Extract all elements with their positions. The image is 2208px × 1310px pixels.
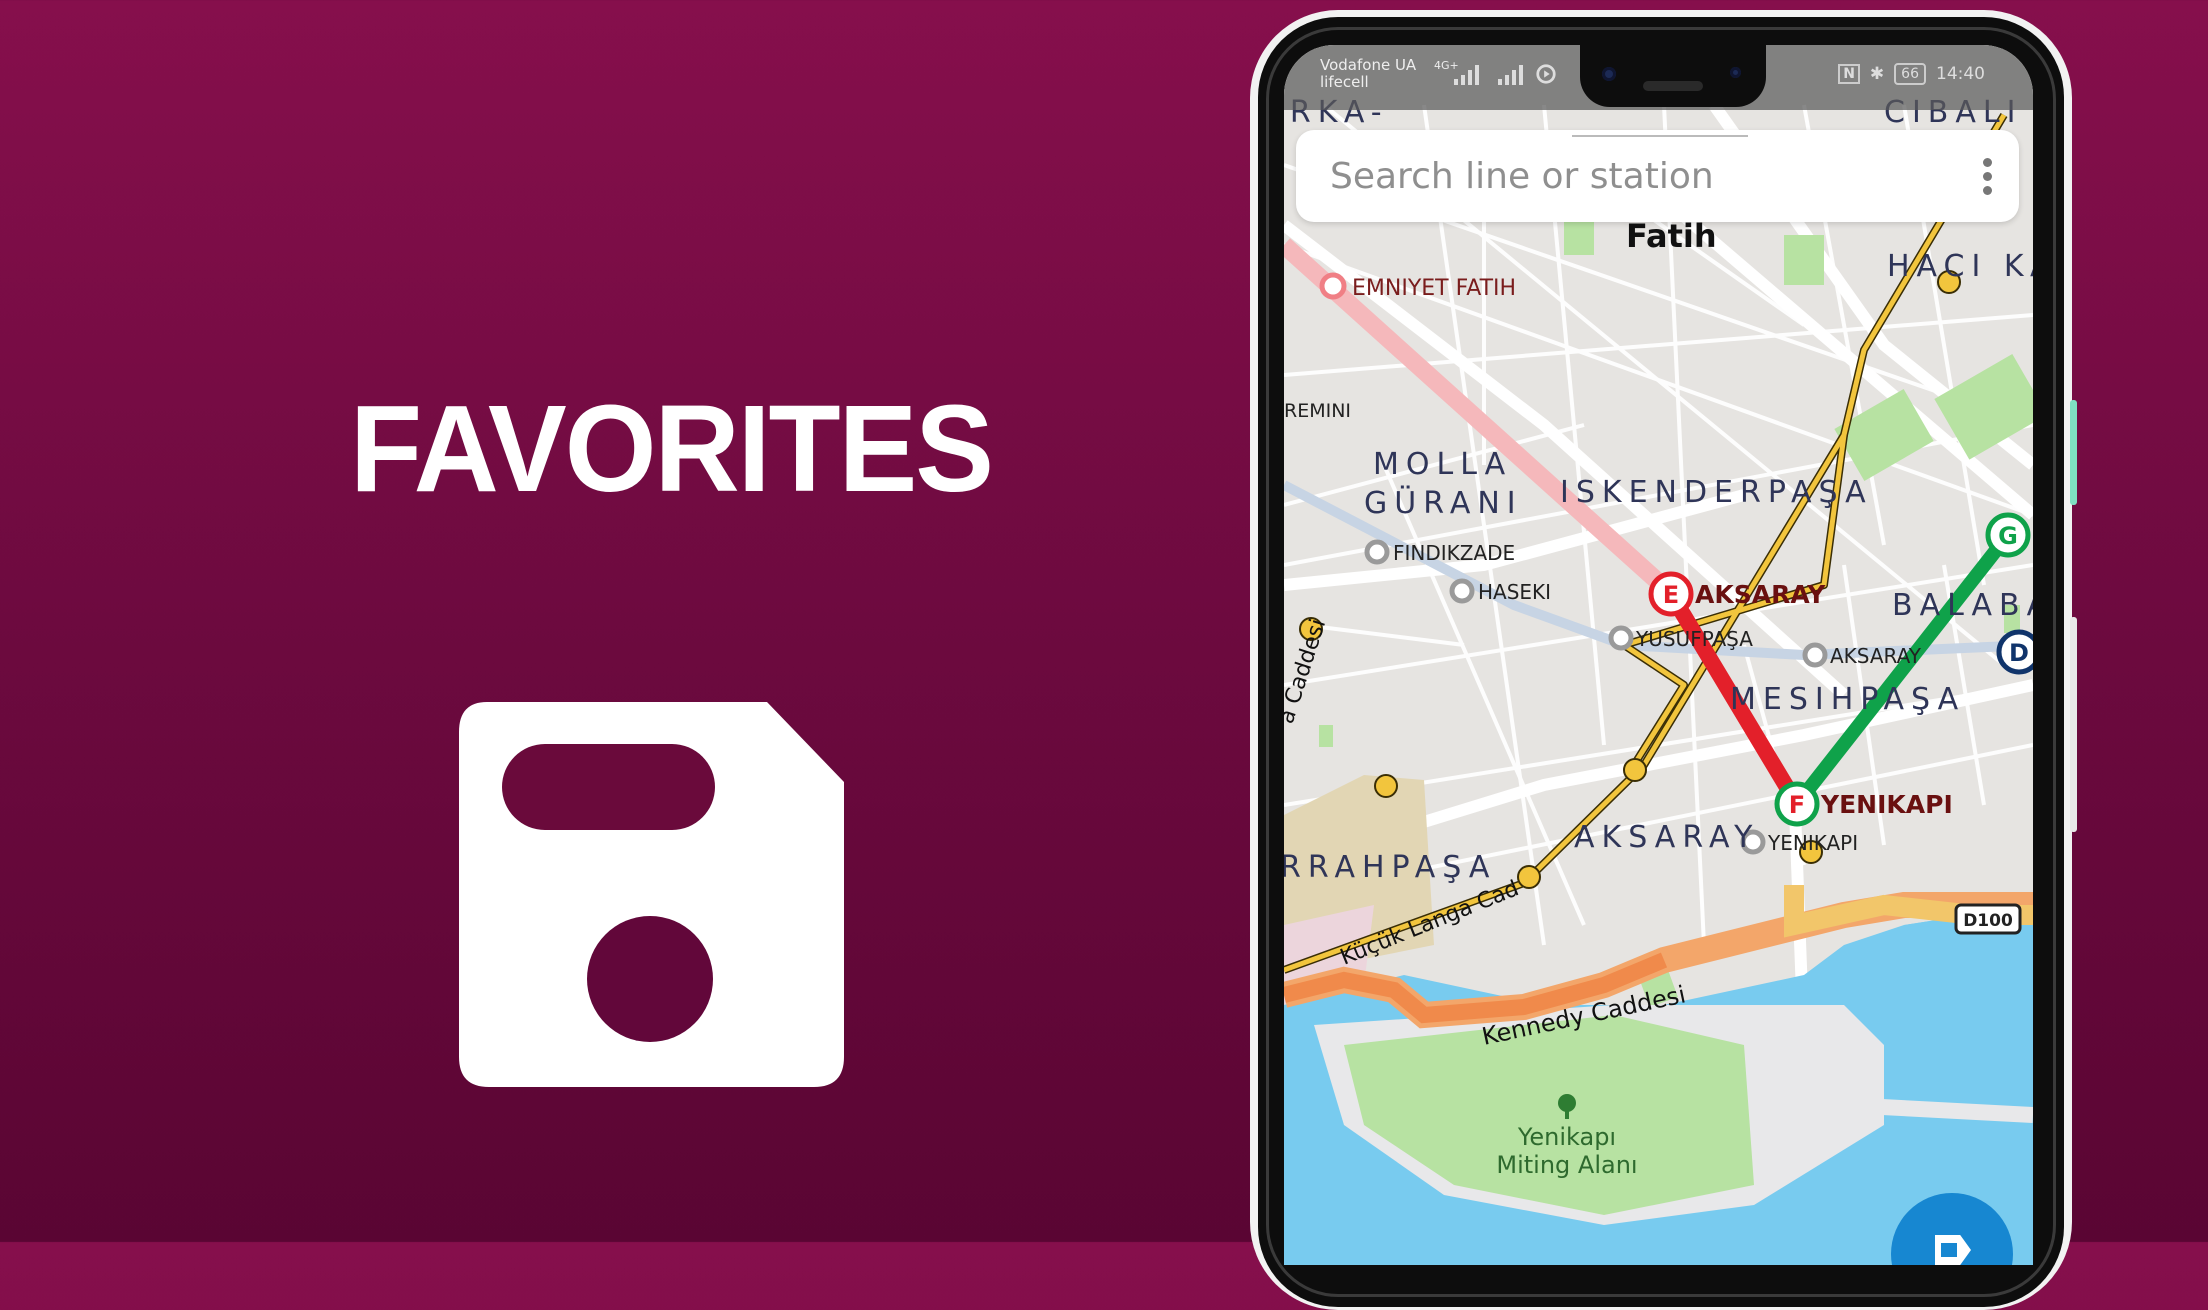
directions-icon xyxy=(1935,1235,1971,1265)
station-badge-f-yenikapi[interactable]: F xyxy=(1774,781,1820,827)
station-labels: EMNIYET FATIH xyxy=(1352,276,1516,301)
district-label: ISKENDERPAŞA xyxy=(1560,475,1873,510)
camera-notch xyxy=(1580,45,1766,107)
district-label: GÜRANI xyxy=(1364,485,1523,521)
sensor xyxy=(1730,67,1741,78)
highway-shield-d100: D100 xyxy=(1954,903,2022,935)
phone-side-button-power xyxy=(2070,400,2077,505)
signal-icon xyxy=(1454,65,1479,85)
station-label-aksaray: AKSARAY xyxy=(1695,580,1826,609)
station-label-yenikapi: YENIKAPI xyxy=(1820,790,1953,819)
station-marker-haseki[interactable] xyxy=(1449,578,1475,604)
station-label-aksaray-minor: AKSARAY xyxy=(1830,644,1922,668)
badge-letter-e: E xyxy=(1663,581,1679,609)
station-label-haseki: HASEKI xyxy=(1478,580,1551,604)
signal-icon xyxy=(1498,65,1523,85)
nfc-icon: N xyxy=(1838,64,1860,84)
front-camera xyxy=(1602,67,1616,81)
svg-text:D100: D100 xyxy=(1963,911,2013,931)
station-marker-aksaray-minor[interactable] xyxy=(1802,642,1828,668)
station-marker-yusufpasa[interactable] xyxy=(1608,625,1634,651)
carrier-primary: Vodafone UA xyxy=(1320,56,1417,74)
earpiece xyxy=(1643,81,1703,91)
park-label: Miting Alanı xyxy=(1496,1151,1637,1179)
line-badge-d[interactable]: D xyxy=(1996,629,2033,675)
badge-letter-g: G xyxy=(1998,522,2018,550)
park-label: Yenikapı xyxy=(1517,1123,1616,1151)
battery-indicator: 66 xyxy=(1894,63,1926,85)
remini-label: REMINI xyxy=(1284,400,1351,422)
badge-letter-f: F xyxy=(1789,791,1805,819)
district-label: MOLLA xyxy=(1373,447,1512,482)
promo-title: FAVORITES xyxy=(350,379,994,519)
drag-handle[interactable] xyxy=(1572,135,1748,137)
more-vert-icon[interactable] xyxy=(1981,158,1993,198)
data-saver-icon xyxy=(1536,64,1556,84)
tram-stop xyxy=(1517,865,1541,889)
floppy-disk-save-icon xyxy=(459,702,844,1087)
phone-screen: E F G D D100 IRKA- SERIF CIBALI HACI KA … xyxy=(1284,45,2033,1265)
status-right: N ✱ 66 14:40 xyxy=(1838,63,1985,85)
district-label: HACI KA xyxy=(1887,249,2033,284)
station-marker-findikzade[interactable] xyxy=(1364,539,1390,565)
search-input[interactable] xyxy=(1328,150,1932,202)
station-label-yusufpasa: YUSUFPAŞA xyxy=(1635,627,1753,651)
station-marker-emniyet-fatih[interactable] xyxy=(1319,272,1347,300)
phone-side-button-volume xyxy=(2070,617,2077,832)
district-label: RRAHPAŞA xyxy=(1284,850,1496,885)
station-label-findikzade: FINDIKZADE xyxy=(1393,541,1515,565)
station-badge-e-aksaray[interactable]: E xyxy=(1648,571,1694,617)
carrier-secondary: lifecell xyxy=(1320,73,1369,91)
tram-stop xyxy=(1374,774,1398,798)
district-label: BALABA xyxy=(1892,588,2033,623)
badge-letter-d: D xyxy=(2009,639,2029,667)
clock: 14:40 xyxy=(1936,64,1985,84)
bluetooth-icon: ✱ xyxy=(1869,64,1885,84)
district-label: MESIHPAŞA xyxy=(1730,682,1965,717)
station-label-yenikapi-minor: YENIKAPI xyxy=(1767,831,1858,855)
district-label: AKSARAY xyxy=(1574,820,1759,855)
station-label-emniyet-fatih: EMNIYET FATIH xyxy=(1352,276,1516,301)
fatih-label: Fatih xyxy=(1626,217,1717,255)
line-badge-g[interactable]: G xyxy=(1985,512,2031,558)
tram-stop xyxy=(1623,758,1647,782)
map-view[interactable]: E F G D D100 IRKA- SERIF CIBALI HACI KA … xyxy=(1284,45,2033,1265)
search-card xyxy=(1296,130,2019,222)
carrier-label: Vodafone UA lifecell xyxy=(1320,57,1416,91)
